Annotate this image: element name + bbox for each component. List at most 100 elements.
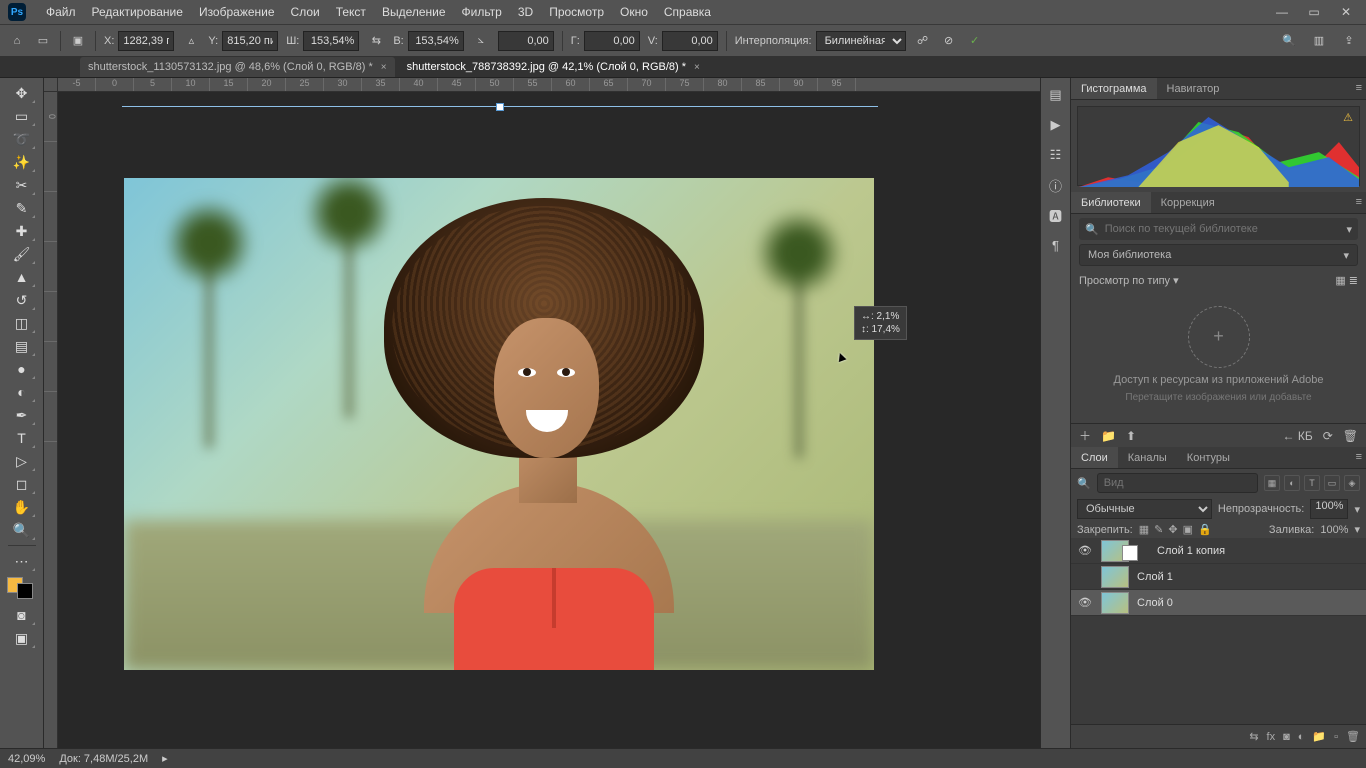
visibility-toggle-icon[interactable]: 👁 (1077, 544, 1093, 557)
lock-nested-icon[interactable]: ▣ (1183, 523, 1193, 536)
canvas-area[interactable]: -505101520253035404550556065707580859095… (44, 78, 1040, 748)
layer-row[interactable]: 👁 Слой 0 (1071, 590, 1366, 616)
stamp-tool[interactable]: ▲ (8, 266, 36, 288)
tab-paths[interactable]: Контуры (1177, 447, 1240, 468)
maximize-icon[interactable]: ▭ (1302, 3, 1326, 21)
library-dropdown[interactable]: Моя библиотека ▾ (1079, 244, 1358, 266)
layer-row[interactable]: Слой 1 (1071, 564, 1366, 590)
hand-tool[interactable]: ✋ (8, 496, 36, 518)
lasso-tool[interactable]: ➰ (8, 128, 36, 150)
home-icon[interactable]: ⌂ (8, 32, 26, 50)
shape-tool[interactable]: ◻ (8, 473, 36, 495)
menu-edit[interactable]: Редактирование (84, 5, 191, 19)
menu-image[interactable]: Изображение (191, 5, 283, 19)
paragraph-panel-icon[interactable]: ¶ (1047, 236, 1065, 254)
menu-view[interactable]: Просмотр (541, 5, 612, 19)
menu-layers[interactable]: Слои (283, 5, 328, 19)
library-search-input[interactable] (1105, 223, 1341, 235)
new-group-icon[interactable]: 📁 (1312, 730, 1326, 743)
field-skew-v[interactable] (662, 31, 718, 51)
puppet-icon[interactable]: ☍ (914, 32, 932, 50)
new-layer-icon[interactable]: ▫ (1334, 731, 1338, 743)
tab-close-icon[interactable]: × (381, 62, 387, 73)
tab-layers[interactable]: Слои (1071, 447, 1118, 468)
lock-position-icon[interactable]: ✥ (1168, 523, 1177, 536)
actions-panel-icon[interactable]: ▶ (1047, 116, 1065, 134)
filter-type-icon[interactable]: T (1304, 475, 1320, 491)
doc-size-label[interactable]: Док: 7,48M/25,2M (59, 753, 148, 765)
lock-pixels-icon[interactable]: ▦ (1139, 523, 1149, 536)
color-swatches[interactable] (7, 573, 37, 603)
layer-name-label[interactable]: Слой 1 копия (1157, 545, 1225, 557)
delete-layer-icon[interactable]: 🗑 (1346, 730, 1360, 743)
blend-mode-select[interactable]: Обычные (1077, 499, 1212, 519)
eraser-tool[interactable]: ◫ (8, 312, 36, 334)
layer-row[interactable]: 👁 Слой 1 копия (1071, 538, 1366, 564)
tab-adjustments[interactable]: Коррекция (1151, 192, 1225, 213)
tab-libraries[interactable]: Библиотеки (1071, 192, 1151, 213)
histogram-warning-icon[interactable]: ⚠ (1343, 111, 1353, 124)
link-layers-icon[interactable]: ⇆ (1249, 730, 1258, 743)
layer-fx-icon[interactable]: fx (1267, 731, 1276, 743)
layer-filter-input[interactable] (1097, 473, 1258, 493)
dodge-tool[interactable]: ◐ (8, 381, 36, 403)
fill-field[interactable]: 100% (1320, 524, 1348, 536)
field-w[interactable] (303, 31, 359, 51)
chevron-down-icon[interactable]: ▾ (1173, 275, 1179, 287)
reference-point-icon[interactable]: ▣ (69, 32, 87, 50)
list-view-icon[interactable]: ≣ (1349, 275, 1358, 287)
layer-mask-icon[interactable]: ◙ (1283, 731, 1290, 743)
path-select-tool[interactable]: ▷ (8, 450, 36, 472)
lock-brush-icon[interactable]: ✎ (1154, 523, 1163, 536)
chevron-down-icon[interactable]: ▾ (1346, 223, 1352, 236)
marquee-tool[interactable]: ▭ (8, 105, 36, 127)
edit-toolbar[interactable]: ⋯ (8, 550, 36, 572)
chevron-down-icon[interactable]: ▾ (1354, 503, 1360, 516)
status-more-icon[interactable]: ▸ (162, 752, 168, 765)
magic-wand-tool[interactable]: ✨ (8, 151, 36, 173)
info-panel-icon[interactable]: ⓘ (1047, 176, 1065, 194)
transform-handle-top[interactable] (496, 103, 504, 111)
history-brush-tool[interactable]: ↺ (8, 289, 36, 311)
crop-tool[interactable]: ✂ (8, 174, 36, 196)
minimize-icon[interactable]: — (1270, 3, 1294, 21)
menu-3d[interactable]: 3D (510, 5, 541, 19)
background-color[interactable] (17, 583, 33, 599)
zoom-level-label[interactable]: 42,09% (8, 753, 45, 765)
eyedropper-tool[interactable]: ✎ (8, 197, 36, 219)
menu-file[interactable]: Файл (38, 5, 84, 19)
screenmode-tool[interactable]: ▣ (8, 627, 36, 649)
layer-name-label[interactable]: Слой 1 (1137, 571, 1173, 583)
folder-icon[interactable]: 📁 (1101, 429, 1116, 443)
chevron-down-icon[interactable]: ▾ (1354, 523, 1360, 536)
doc-tab-2[interactable]: shutterstock_788738392.jpg @ 42,1% (Слой… (399, 57, 708, 77)
layer-thumbnail[interactable] (1101, 566, 1129, 588)
new-fill-adj-icon[interactable]: ◐ (1298, 731, 1305, 743)
search-icon[interactable]: 🔍 (1280, 32, 1298, 50)
grid-view-icon[interactable]: ▦ (1335, 275, 1345, 287)
trash-icon[interactable]: 🗑 (1343, 429, 1358, 443)
cancel-transform-icon[interactable]: ⊘ (940, 32, 958, 50)
add-content-icon[interactable]: ＋ (1079, 427, 1091, 444)
commit-transform-icon[interactable]: ✓ (966, 32, 984, 50)
document-canvas[interactable] (124, 178, 874, 670)
link-wh-icon[interactable]: ⇆ (367, 32, 385, 50)
panel-menu-icon[interactable]: ≡ (1356, 82, 1362, 94)
interp-select[interactable]: Билинейная (816, 31, 906, 51)
menu-help[interactable]: Справка (656, 5, 719, 19)
browse-label[interactable]: Просмотр по типу (1079, 275, 1170, 287)
tab-channels[interactable]: Каналы (1118, 447, 1177, 468)
layer-thumbnail[interactable] (1101, 592, 1129, 614)
field-x[interactable] (118, 31, 174, 51)
opacity-field[interactable]: 100% (1310, 499, 1348, 519)
panel-menu-icon[interactable]: ≡ (1356, 451, 1362, 463)
lock-all-icon[interactable]: 🔒 (1198, 523, 1212, 536)
filter-pixel-icon[interactable]: ▦ (1264, 475, 1280, 491)
library-search[interactable]: 🔍 ▾ (1079, 218, 1358, 240)
tab-close-icon[interactable]: × (694, 62, 700, 73)
gradient-tool[interactable]: ▤ (8, 335, 36, 357)
doc-tab-1[interactable]: shutterstock_1130573132.jpg @ 48,6% (Сло… (80, 57, 395, 77)
pen-tool[interactable]: ✒ (8, 404, 36, 426)
type-tool[interactable]: T (8, 427, 36, 449)
filter-shape-icon[interactable]: ▭ (1324, 475, 1340, 491)
